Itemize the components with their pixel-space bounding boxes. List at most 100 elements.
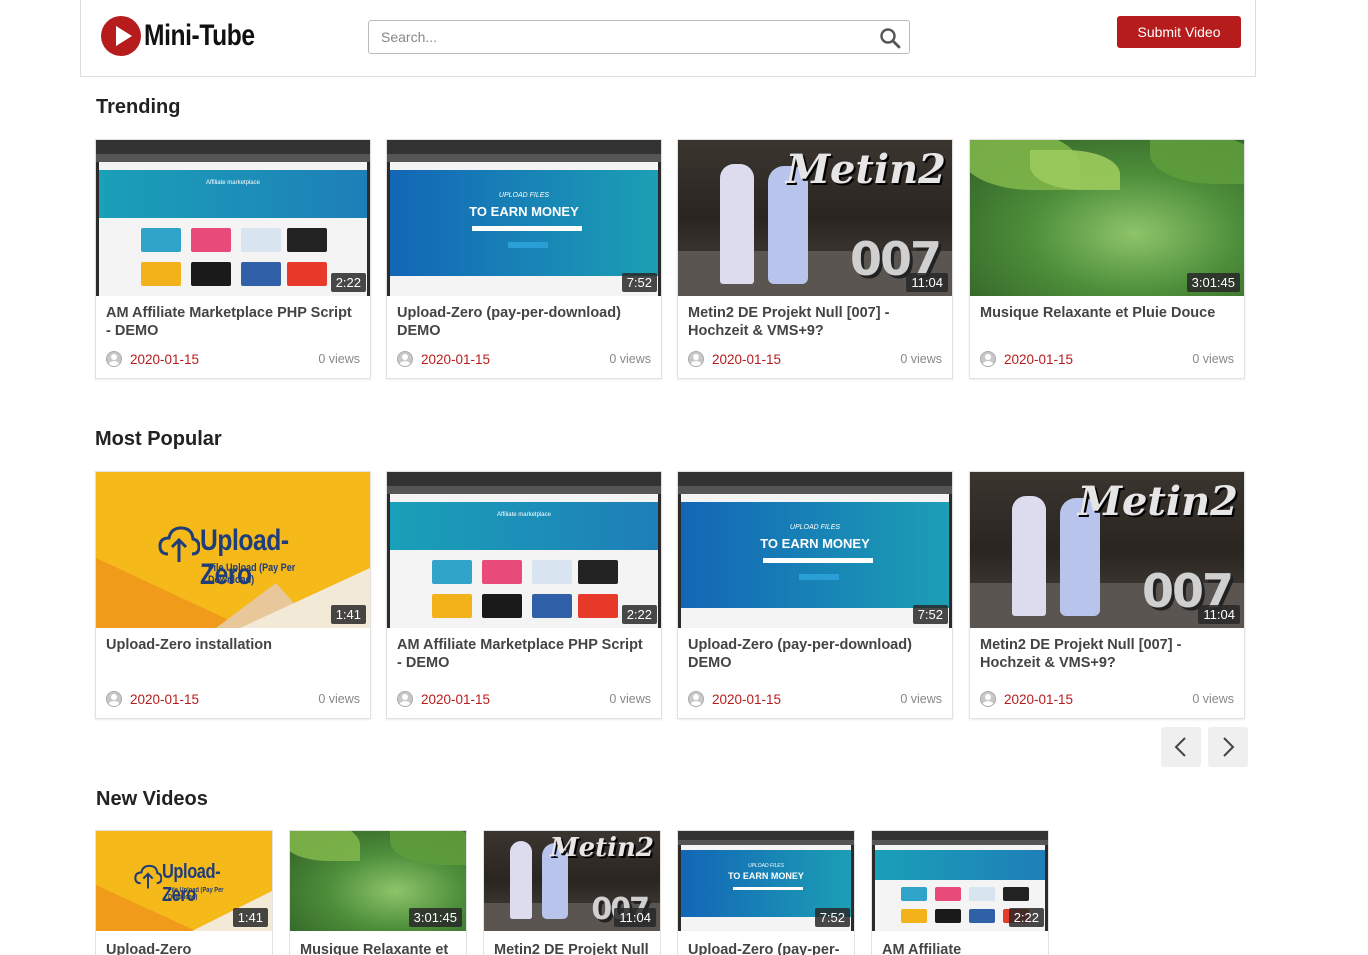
video-card[interactable]: 2:22 AM Affiliate [871,830,1049,955]
section-title-most-popular: Most Popular [95,428,222,450]
video-duration: 7:52 [912,605,948,624]
video-thumbnail[interactable]: Metin2 007 11:04 [484,831,660,931]
video-title[interactable]: Musique Relaxante et [290,931,466,955]
video-title[interactable]: Upload-Zero (pay-per-download) DEMO [387,296,661,342]
video-duration: 3:01:45 [1186,273,1240,292]
video-duration: 11:04 [906,273,948,292]
video-title[interactable]: Metin2 DE Projekt Null [484,931,660,955]
video-views: 0 views [900,352,942,366]
video-meta: 2020-01-15 0 views [106,350,360,368]
video-meta: 2020-01-15 0 views [106,690,360,708]
video-duration: 7:52 [621,273,657,292]
video-date: 2020-01-15 [712,691,782,707]
video-views: 0 views [318,352,360,366]
video-title[interactable]: Metin2 DE Projekt Null [007] - Hochzeit … [970,628,1244,674]
thumbnail-caption: UPLOAD FILES [498,192,550,199]
video-card[interactable]: Metin2 007 11:04 Metin2 DE Projekt Null … [969,471,1245,719]
user-avatar-icon [106,351,122,367]
video-thumbnail[interactable]: Affiliate marketplace 2:22 [387,472,661,628]
carousel-next-button[interactable] [1208,727,1248,767]
video-meta: 2020-01-15 0 views [980,350,1234,368]
user-avatar-icon [688,351,704,367]
video-card[interactable]: UPLOAD FILES TO EARN MONEY 7:52 Upload-Z… [677,830,855,955]
video-views: 0 views [318,692,360,706]
video-duration: 2:22 [1008,908,1044,927]
video-duration: 11:04 [614,908,656,927]
video-card[interactable]: 3:01:45 Musique Relaxante et Pluie Douce… [969,139,1245,379]
video-card[interactable]: Affiliate marketplace 2:22 AM Affiliate … [386,471,662,719]
video-thumbnail[interactable]: Affiliate marketplace 2:22 [96,140,370,296]
video-date: 2020-01-15 [1004,351,1074,367]
video-thumbnail[interactable]: 3:01:45 [290,831,466,931]
thumbnail-caption: Metin2 [549,833,654,863]
video-title[interactable]: Metin2 DE Projekt Null [007] - Hochzeit … [678,296,952,342]
video-card[interactable]: Affiliate marketplace 2:22 AM Affiliate … [95,139,371,379]
video-thumbnail[interactable]: UPLOAD FILES TO EARN MONEY 7:52 [678,831,854,931]
video-date: 2020-01-15 [421,691,491,707]
video-meta: 2020-01-15 0 views [397,690,651,708]
video-thumbnail[interactable]: Upload-Zero File Upload (Pay Per Downloa… [96,831,272,931]
carousel-prev-button[interactable] [1161,727,1201,767]
video-title[interactable]: Upload-Zero installation [96,628,370,674]
play-logo-icon [101,16,141,56]
video-meta: 2020-01-15 0 views [688,690,942,708]
video-duration: 2:22 [330,273,366,292]
video-title[interactable]: Upload-Zero (pay-per- [678,931,854,955]
video-date: 2020-01-15 [421,351,491,367]
video-card[interactable]: UPLOAD FILES TO EARN MONEY 7:52 Upload-Z… [386,139,662,379]
video-date: 2020-01-15 [130,351,200,367]
video-date: 2020-01-15 [1004,691,1074,707]
thumbnail-caption: File Upload (Pay Per Download) [168,887,224,901]
video-title[interactable]: AM Affiliate Marketplace PHP Script - DE… [387,628,661,674]
site-logo[interactable]: Mini-Tube [101,16,279,56]
video-meta: 2020-01-15 0 views [397,350,651,368]
video-card[interactable]: Metin2 007 11:04 Metin2 DE Projekt Null [483,830,661,955]
video-title[interactable]: Upload-Zero (pay-per-download) DEMO [678,628,952,674]
video-card[interactable]: Upload-Zero File Upload (Pay Per Downloa… [95,830,273,955]
search-box [368,20,910,54]
thumbnail-caption: TO EARN MONEY [728,871,804,881]
video-meta: 2020-01-15 0 views [980,690,1234,708]
search-icon[interactable] [879,27,901,49]
video-thumbnail[interactable]: 3:01:45 [970,140,1244,296]
video-title[interactable]: AM Affiliate [872,931,1048,955]
thumbnail-caption: Affiliate marketplace [206,180,260,186]
user-avatar-icon [688,691,704,707]
video-thumbnail[interactable]: 2:22 [872,831,1048,931]
chevron-left-icon [1174,737,1186,757]
user-avatar-icon [980,691,996,707]
search-input[interactable] [369,21,849,53]
video-title[interactable]: Upload-Zero [96,931,272,955]
video-views: 0 views [609,352,651,366]
video-duration: 3:01:45 [408,908,462,927]
video-thumbnail[interactable]: Metin2 007 11:04 [678,140,952,296]
user-avatar-icon [106,691,122,707]
video-card[interactable]: Metin2 007 11:04 Metin2 DE Projekt Null … [677,139,953,379]
video-card[interactable]: Upload-Zero File Upload (Pay Per Downloa… [95,471,371,719]
video-thumbnail[interactable]: Metin2 007 11:04 [970,472,1244,628]
video-date: 2020-01-15 [130,691,200,707]
video-thumbnail[interactable]: Upload-Zero File Upload (Pay Per Downloa… [96,472,370,628]
video-views: 0 views [1192,352,1234,366]
user-avatar-icon [397,691,413,707]
thumbnail-caption: TO EARN MONEY [469,204,579,219]
section-title-trending: Trending [96,96,181,118]
video-date: 2020-01-15 [712,351,782,367]
logo-text: Mini-Tube [144,19,255,52]
thumbnail-caption: TO EARN MONEY [760,536,870,551]
video-card[interactable]: UPLOAD FILES TO EARN MONEY 7:52 Upload-Z… [677,471,953,719]
thumbnail-caption: File Upload (Pay Per Download) [208,562,296,586]
video-card[interactable]: 3:01:45 Musique Relaxante et [289,830,467,955]
video-views: 0 views [609,692,651,706]
video-title[interactable]: Musique Relaxante et Pluie Douce [970,296,1244,342]
thumbnail-caption: Metin2 [1077,478,1238,525]
video-thumbnail[interactable]: UPLOAD FILES TO EARN MONEY 7:52 [387,140,661,296]
video-views: 0 views [1192,692,1234,706]
video-title[interactable]: AM Affiliate Marketplace PHP Script - DE… [96,296,370,342]
video-thumbnail[interactable]: UPLOAD FILES TO EARN MONEY 7:52 [678,472,952,628]
video-duration: 7:52 [814,908,850,927]
video-duration: 2:22 [621,605,657,624]
submit-video-button[interactable]: Submit Video [1117,16,1241,48]
thumbnail-caption: Metin2 [785,146,946,193]
video-duration: 1:41 [232,908,268,927]
